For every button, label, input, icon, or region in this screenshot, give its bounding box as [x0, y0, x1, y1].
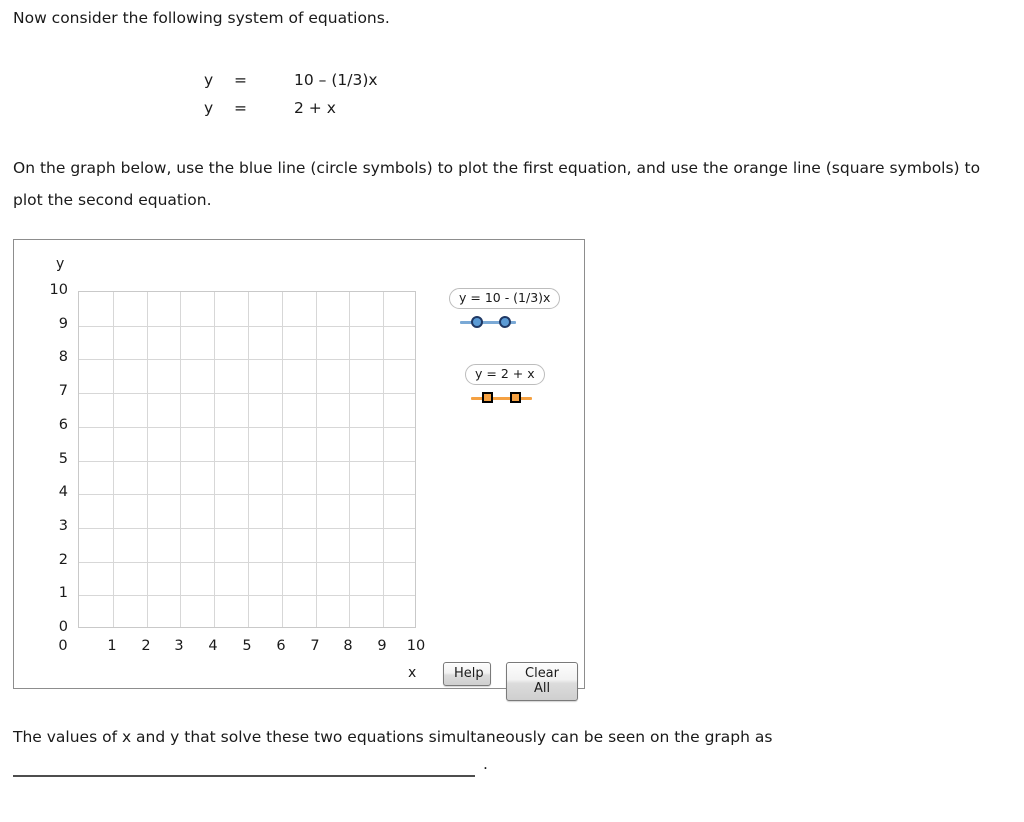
x-tick-label: 1 — [107, 638, 117, 654]
y-tick-label: 8 — [58, 349, 68, 365]
y-tick-label: 5 — [58, 451, 68, 467]
grid-vline — [180, 292, 181, 627]
grid-vline — [214, 292, 215, 627]
y-tick-label: 6 — [58, 417, 68, 433]
legend-marker-circle — [471, 316, 483, 328]
grid-vline — [113, 292, 114, 627]
grid-hline — [79, 494, 415, 495]
x-tick-label: 6 — [276, 638, 286, 654]
y-axis-title: y — [56, 256, 65, 272]
help-button[interactable]: Help — [443, 662, 491, 686]
equation-lhs: y — [204, 99, 214, 117]
y-tick-label: 4 — [58, 484, 68, 500]
instruction-text: On the graph below, use the blue line (c… — [13, 159, 981, 209]
grid-hline — [79, 562, 415, 563]
clear-all-button[interactable]: Clear All — [506, 662, 578, 701]
grid-vline — [383, 292, 384, 627]
grid-vline — [248, 292, 249, 627]
intro-text: Now consider the following system of equ… — [13, 9, 390, 27]
legend-marker-square — [482, 392, 493, 403]
grid-hline — [79, 393, 415, 394]
equation-rhs: 10 – (1/3)x — [294, 71, 378, 89]
legend-label-orange[interactable]: y = 2 + x — [465, 364, 545, 385]
x-tick-label: 4 — [208, 638, 218, 654]
x-tick-label: 2 — [141, 638, 151, 654]
equation-row: y = 2 + x — [204, 94, 378, 122]
legend-sample-blue[interactable] — [449, 313, 523, 331]
y-tick-label: 2 — [58, 552, 68, 568]
equation-equals: = — [234, 99, 247, 117]
grid-hline — [79, 359, 415, 360]
legend-sample-orange[interactable] — [465, 389, 539, 407]
x-axis-title: x — [408, 665, 417, 681]
grid-hline — [79, 528, 415, 529]
y-tick-label: 9 — [58, 316, 68, 332]
grid-vline — [349, 292, 350, 627]
closing-text: The values of x and y that solve these t… — [13, 728, 773, 746]
y-tick-label: 1 — [58, 585, 68, 601]
closing-period: . — [483, 755, 488, 773]
grid-hline — [79, 427, 415, 428]
answer-blank-line[interactable] — [13, 775, 475, 777]
equation-block: y = 10 – (1/3)x y = 2 + x — [204, 66, 378, 122]
legend-line-orange — [471, 397, 532, 400]
y-tick-label: 0 — [58, 619, 68, 635]
equation-equals: = — [234, 71, 247, 89]
x-tick-label: 9 — [377, 638, 387, 654]
legend-marker-square — [510, 392, 521, 403]
x-tick-label: 0 — [58, 638, 68, 654]
equation-rhs: 2 + x — [294, 99, 336, 117]
x-tick-label: 3 — [174, 638, 184, 654]
plot-area[interactable] — [78, 291, 416, 628]
y-tick-label: 10 — [49, 282, 68, 298]
y-tick-label: 7 — [58, 383, 68, 399]
legend-label-blue[interactable]: y = 10 - (1/3)x — [449, 288, 561, 309]
x-tick-label: 7 — [310, 638, 320, 654]
equation-row: y = 10 – (1/3)x — [204, 66, 378, 94]
y-tick-label: 3 — [58, 518, 68, 534]
grid-hline — [79, 326, 415, 327]
equation-lhs: y — [204, 71, 214, 89]
grid-vline — [316, 292, 317, 627]
legend-item-blue[interactable]: y = 10 - (1/3)x — [449, 287, 561, 331]
legend-item-orange[interactable]: y = 2 + x — [465, 363, 545, 407]
grid-hline — [79, 461, 415, 462]
x-tick-label: 10 — [406, 638, 426, 654]
grid-vline — [147, 292, 148, 627]
grid-hline — [79, 595, 415, 596]
x-tick-label: 5 — [242, 638, 252, 654]
legend-marker-circle — [499, 316, 511, 328]
grid-vline — [282, 292, 283, 627]
x-tick-label: 8 — [343, 638, 353, 654]
